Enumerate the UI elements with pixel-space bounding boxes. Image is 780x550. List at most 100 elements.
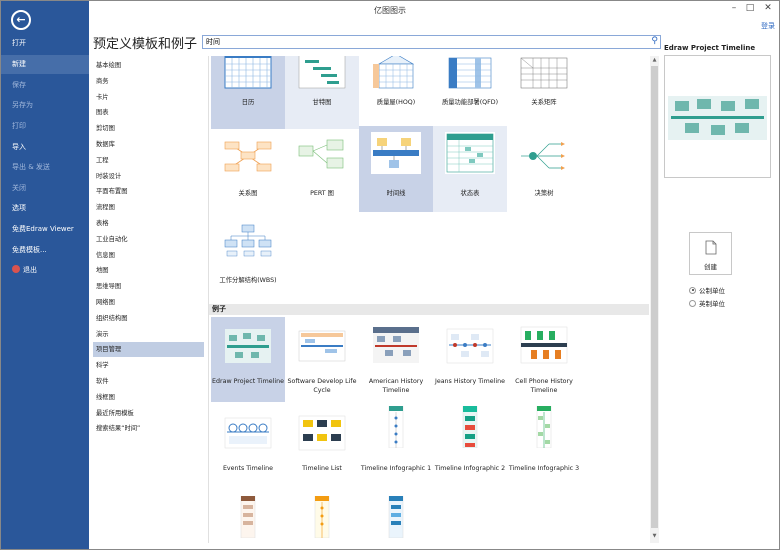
- search-input[interactable]: [203, 36, 643, 48]
- template-label: 日历: [241, 99, 255, 106]
- nav-options[interactable]: 选项: [0, 199, 89, 218]
- example-timeline-list[interactable]: Timeline List: [285, 404, 359, 489]
- category-item[interactable]: 流程图: [93, 200, 204, 215]
- category-item[interactable]: 平面布置图: [93, 184, 204, 199]
- category-item[interactable]: 表格: [93, 216, 204, 231]
- nav-export-send[interactable]: 导出 & 发送: [0, 158, 89, 177]
- template-state-table[interactable]: 状态表: [433, 126, 507, 212]
- example-label: American History Timeline: [368, 378, 424, 394]
- title-bar: 亿图图示 – □ ✕: [0, 0, 780, 20]
- state-table-thumbnail: [445, 132, 495, 174]
- preview-title: Edraw Project Timeline: [664, 44, 756, 52]
- template-label: 决策树: [534, 190, 554, 197]
- template-relation-matrix[interactable]: 关系矩阵: [507, 56, 581, 129]
- exit-icon: [12, 265, 20, 273]
- example-tile-partial[interactable]: [285, 492, 359, 543]
- category-item[interactable]: 图表: [93, 105, 204, 120]
- imperial-units-radio[interactable]: 英制单位: [689, 298, 725, 308]
- template-gantt[interactable]: 甘特图: [285, 56, 359, 129]
- example-events-timeline[interactable]: Events Timeline: [211, 404, 285, 489]
- template-decision-tree[interactable]: 决策树: [507, 126, 581, 211]
- scroll-down-icon[interactable]: ▼: [650, 533, 659, 541]
- category-item[interactable]: 工业自动化: [93, 232, 204, 247]
- example-thumbnail: [388, 496, 404, 538]
- category-item[interactable]: 卡片: [93, 90, 204, 105]
- template-wbs[interactable]: 工作分解结构(WBS): [211, 213, 285, 298]
- category-item[interactable]: 演示: [93, 327, 204, 342]
- metric-units-label: 公制单位: [699, 287, 725, 295]
- nav-print[interactable]: 打印: [0, 117, 89, 136]
- template-hoq[interactable]: 质量屋(HOQ): [359, 56, 433, 129]
- decision-tree-thumbnail: [521, 142, 565, 170]
- category-item[interactable]: 最近所用模板: [93, 406, 204, 421]
- nav-import[interactable]: 导入: [0, 138, 89, 157]
- category-item[interactable]: 思维导图: [93, 279, 204, 294]
- category-item-selected[interactable]: 项目管理: [93, 342, 204, 358]
- example-thumbnail: [373, 327, 419, 363]
- example-label: Events Timeline: [222, 465, 274, 472]
- back-arrow-icon[interactable]: ←: [11, 10, 31, 30]
- nav-open[interactable]: 打开: [0, 34, 89, 53]
- template-relation-diagram[interactable]: 关系图: [211, 126, 285, 211]
- example-timeline-infographic-1[interactable]: Timeline Infographic 1: [359, 404, 433, 489]
- scroll-up-icon[interactable]: ▲: [650, 57, 659, 65]
- example-timeline-infographic-2[interactable]: Timeline Infographic 2: [433, 404, 507, 489]
- wbs-thumbnail: [224, 224, 272, 257]
- template-timeline[interactable]: 时间线: [359, 126, 433, 212]
- category-item[interactable]: 科学: [93, 358, 204, 373]
- template-qfd[interactable]: 质量功能部署(QFD): [433, 56, 507, 129]
- category-item[interactable]: 商务: [93, 74, 204, 89]
- nav-free-viewer[interactable]: 免费Edraw Viewer: [0, 220, 89, 239]
- nav-save[interactable]: 保存: [0, 76, 89, 95]
- example-tile-partial[interactable]: [359, 492, 433, 543]
- qfd-thumbnail: [448, 57, 492, 89]
- radio-icon: [689, 299, 696, 307]
- restore-button[interactable]: □: [743, 3, 757, 13]
- close-button[interactable]: ✕: [761, 3, 775, 13]
- backstage-nav: ← 打开 新建 保存 另存为 打印 导入 导出 & 发送 关闭 选项 免费Edr…: [0, 0, 89, 550]
- example-tile-partial[interactable]: [211, 492, 285, 543]
- example-software-develop-life-cycle[interactable]: Software Develop Life Cycle: [285, 317, 359, 402]
- nav-free-templates[interactable]: 免费模板...: [0, 241, 89, 260]
- metric-units-radio[interactable]: 公制单位: [689, 285, 725, 295]
- category-item[interactable]: 剪切图: [93, 121, 204, 136]
- example-thumbnail: [240, 496, 256, 538]
- scroll-thumb[interactable]: [651, 66, 658, 528]
- category-list: 基本绘图 商务 卡片 图表 剪切图 数据库 工程 时装设计 平面布置图 流程图 …: [93, 56, 205, 543]
- category-item[interactable]: 工程: [93, 153, 204, 168]
- category-item[interactable]: 信息图: [93, 248, 204, 263]
- category-item[interactable]: 软件: [93, 374, 204, 389]
- template-label: PERT 图: [310, 190, 334, 197]
- nav-close[interactable]: 关闭: [0, 179, 89, 198]
- example-edraw-project-timeline[interactable]: Edraw Project Timeline: [211, 317, 285, 402]
- template-pert[interactable]: PERT 图: [285, 126, 359, 211]
- category-item[interactable]: 数据库: [93, 137, 204, 152]
- nav-new[interactable]: 新建: [0, 55, 89, 74]
- example-thumbnail: [298, 330, 346, 362]
- example-thumbnail: [314, 496, 330, 538]
- example-thumbnail: [536, 406, 552, 448]
- pert-thumbnail: [298, 139, 344, 169]
- example-label: Software Develop Life Cycle: [287, 378, 357, 394]
- template-calendar[interactable]: 日历: [211, 56, 285, 129]
- category-item[interactable]: 搜索结果“时间”: [93, 421, 204, 436]
- create-button[interactable]: 创建: [689, 232, 732, 275]
- example-cell-phone-history-timeline[interactable]: Cell Phone History Timeline: [507, 317, 581, 402]
- minimize-button[interactable]: –: [727, 3, 741, 13]
- nav-save-as[interactable]: 另存为: [0, 96, 89, 115]
- gallery-scrollbar[interactable]: ▲ ▼: [650, 56, 659, 543]
- category-item[interactable]: 网络图: [93, 295, 204, 310]
- category-item[interactable]: 线框图: [93, 390, 204, 405]
- category-item[interactable]: 基本绘图: [93, 58, 204, 73]
- example-timeline-infographic-3[interactable]: Timeline Infographic 3: [507, 404, 581, 489]
- category-item[interactable]: 组织结构图: [93, 311, 204, 326]
- example-american-history-timeline[interactable]: American History Timeline: [359, 317, 433, 402]
- example-jeans-history-timeline[interactable]: Jeans History Timeline: [433, 317, 507, 402]
- examples-header: 例子: [209, 304, 649, 315]
- category-item[interactable]: 地图: [93, 263, 204, 278]
- nav-exit[interactable]: 退出: [0, 261, 89, 280]
- sign-in-link[interactable]: 登录: [761, 21, 775, 31]
- example-label: Jeans History Timeline: [434, 378, 506, 385]
- category-item[interactable]: 时装设计: [93, 169, 204, 184]
- search-icon[interactable]: ⚲: [651, 36, 658, 46]
